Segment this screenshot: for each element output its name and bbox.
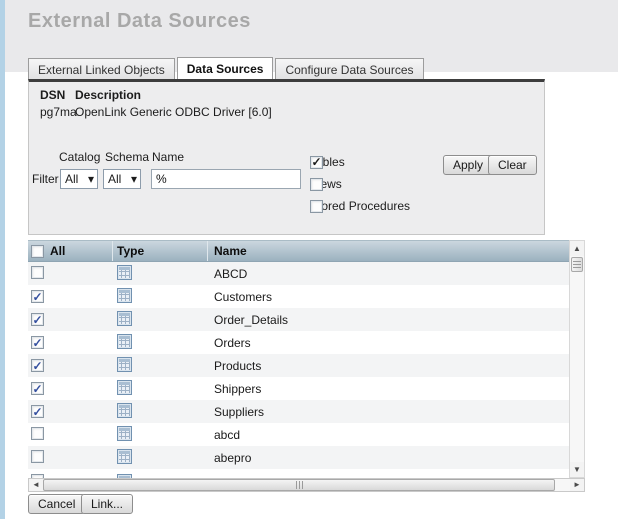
external-data-sources-page: External Data Sources External Linked Ob… (0, 0, 618, 519)
row-name: Order_Details (214, 313, 288, 327)
link-button[interactable]: Link... (81, 494, 133, 514)
name-filter-input[interactable] (151, 169, 301, 189)
table-icon (117, 449, 132, 464)
table-row[interactable]: ABCD (28, 262, 569, 285)
row-checkbox[interactable] (31, 266, 44, 279)
catalog-filter-value: All (65, 172, 78, 186)
horizontal-scroll-thumb[interactable] (43, 479, 555, 491)
table-body: ABCD ✓ Customers ✓ Order_Details ✓ Order… (28, 262, 569, 469)
dropdown-arrow-icon: ▾ (131, 172, 137, 186)
all-column-header: All (50, 244, 65, 258)
row-name: Orders (214, 336, 251, 350)
table-header: All Type Name (28, 240, 569, 262)
select-all-checkbox[interactable] (31, 245, 44, 258)
row-checkbox[interactable] (31, 450, 44, 463)
row-name: Suppliers (214, 405, 264, 419)
apply-button[interactable]: Apply (443, 155, 493, 175)
table-row[interactable]: ✓ Products (28, 354, 569, 377)
table-icon (117, 426, 132, 441)
scroll-left-button[interactable]: ◄ (29, 479, 43, 491)
row-checkbox[interactable]: ✓ (31, 359, 44, 372)
scroll-up-button[interactable]: ▲ (570, 241, 584, 256)
tab-configure-data-sources[interactable]: Configure Data Sources (275, 58, 423, 80)
row-name: Customers (214, 290, 272, 304)
filter-label: Filter (32, 172, 59, 186)
table-row[interactable]: ✓ Suppliers (28, 400, 569, 423)
table-row[interactable]: ✓ Customers (28, 285, 569, 308)
cancel-button[interactable]: Cancel (28, 494, 85, 514)
table-icon (117, 357, 132, 372)
dropdown-arrow-icon: ▾ (88, 172, 94, 186)
scroll-down-button[interactable]: ▼ (570, 462, 584, 477)
scroll-left-icon: ◄ (32, 481, 40, 489)
scroll-right-icon: ► (573, 481, 581, 489)
scroll-up-icon: ▲ (573, 245, 581, 253)
clear-button[interactable]: Clear (488, 155, 537, 175)
row-name: Shippers (214, 382, 261, 396)
scroll-thumb-grip (573, 261, 581, 268)
dsn-column-header: DSN (40, 88, 65, 102)
description-column-header: Description (75, 88, 141, 102)
tables-checkbox[interactable]: ✓ (310, 156, 323, 169)
dsn-value: pg7ma (40, 105, 77, 119)
name-column-header: Name (208, 241, 569, 261)
table-row-partial[interactable] (28, 469, 569, 478)
row-name: ABCD (214, 267, 247, 281)
name-label: Name (152, 150, 184, 164)
catalog-filter-select[interactable]: All ▾ (60, 169, 98, 189)
stored-procedures-filter-option[interactable]: Stored Procedures (310, 199, 410, 213)
all-column-header-cell: All (28, 241, 113, 261)
horizontal-scrollbar[interactable]: ◄ ► (28, 478, 585, 492)
scroll-thumb-grip (296, 481, 303, 489)
tables-filter-option[interactable]: ✓ Tables (310, 155, 345, 169)
row-checkbox[interactable]: ✓ (31, 405, 44, 418)
description-value: OpenLink Generic ODBC Driver [6.0] (75, 105, 272, 119)
catalog-label: Catalog (59, 150, 100, 164)
table-icon (117, 334, 132, 349)
row-checkbox[interactable]: ✓ (31, 336, 44, 349)
tab-external-linked-objects[interactable]: External Linked Objects (28, 58, 175, 80)
row-name: abepro (214, 451, 251, 465)
table-icon (117, 311, 132, 326)
row-checkbox[interactable]: ✓ (31, 290, 44, 303)
table-icon (117, 265, 132, 280)
schema-label: Schema (105, 150, 149, 164)
row-name: Products (214, 359, 261, 373)
table-row[interactable]: ✓ Orders (28, 331, 569, 354)
table-icon (117, 403, 132, 418)
schema-filter-select[interactable]: All ▾ (103, 169, 141, 189)
row-name: abcd (214, 428, 240, 442)
scroll-right-button[interactable]: ► (570, 479, 584, 491)
vertical-scroll-thumb[interactable] (571, 257, 583, 272)
dsn-panel: DSN Description pg7ma OpenLink Generic O… (28, 79, 545, 235)
table-row[interactable]: abcd (28, 423, 569, 446)
table-icon (117, 380, 132, 395)
page-title: External Data Sources (28, 10, 251, 33)
scroll-down-icon: ▼ (573, 466, 581, 474)
views-checkbox[interactable] (310, 178, 323, 191)
results-table: All Type Name ABCD ✓ Customers ✓ Order_D… (28, 240, 585, 492)
table-row[interactable]: ✓ Order_Details (28, 308, 569, 331)
table-row[interactable]: abepro (28, 446, 569, 469)
row-checkbox[interactable] (31, 427, 44, 440)
schema-filter-value: All (108, 172, 121, 186)
row-checkbox[interactable]: ✓ (31, 313, 44, 326)
left-accent-bar (0, 0, 5, 519)
row-checkbox[interactable]: ✓ (31, 382, 44, 395)
tab-data-sources[interactable]: Data Sources (177, 57, 274, 80)
table-row[interactable]: ✓ Shippers (28, 377, 569, 400)
stored-procedures-checkbox[interactable] (310, 200, 323, 213)
stored-procedures-checkbox-label: Stored Procedures (310, 199, 410, 213)
views-filter-option[interactable]: Views (310, 177, 342, 191)
table-icon (117, 288, 132, 303)
tab-bar: External Linked Objects Data Sources Con… (28, 57, 424, 80)
vertical-scrollbar[interactable]: ▲ ▼ (569, 240, 585, 478)
type-column-header: Type (113, 241, 208, 261)
